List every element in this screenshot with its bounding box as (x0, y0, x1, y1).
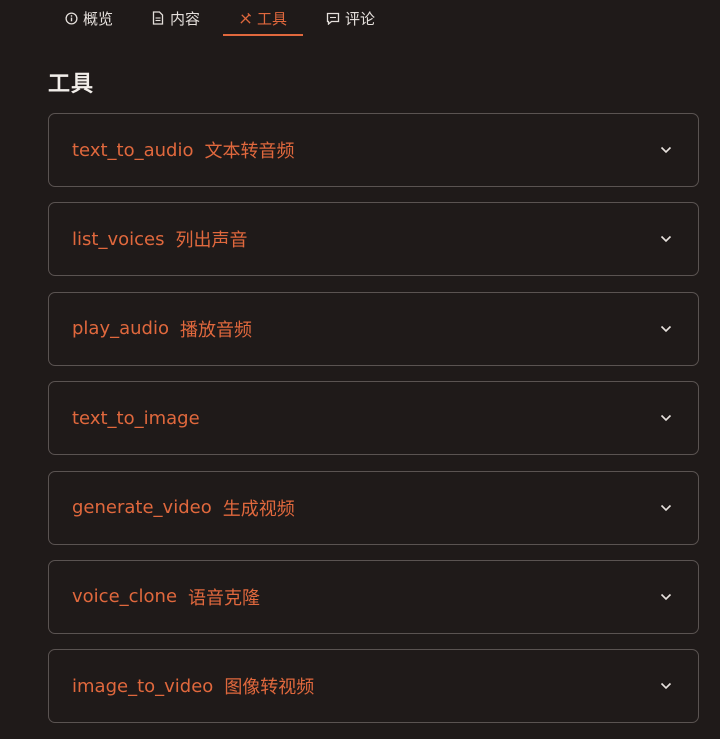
tab-label: 评论 (345, 9, 376, 28)
chevron-down-icon[interactable] (660, 502, 672, 514)
document-icon (151, 11, 165, 25)
tool-description: 列出声音 (175, 230, 248, 252)
tool-item-list-voices[interactable]: list_voices 列出声音 (48, 202, 699, 277)
tool-item-voice-clone[interactable]: voice_clone 语音克隆 (48, 559, 699, 634)
chevron-down-icon[interactable] (660, 323, 672, 335)
tool-description: 语音克隆 (188, 587, 261, 609)
tool-name: generate_video (72, 497, 212, 519)
tool-name: voice_clone (72, 586, 178, 608)
tool-item-generate-video[interactable]: generate_video 生成视频 (48, 470, 699, 545)
tool-name: image_to_video (72, 675, 214, 697)
comment-icon (326, 11, 340, 25)
chevron-down-icon[interactable] (660, 233, 672, 245)
tool-item-play-audio[interactable]: play_audio 播放音频 (48, 291, 699, 366)
tool-description: 播放音频 (180, 319, 252, 341)
chevron-down-icon[interactable] (660, 591, 672, 603)
tool-name: list_voices (72, 228, 165, 250)
tab-tools[interactable]: 工具 (238, 0, 287, 36)
tool-description: 图像转视频 (224, 677, 315, 699)
info-circle-icon (64, 11, 78, 25)
tool-name: text_to_audio (72, 139, 194, 161)
tools-icon (238, 11, 252, 25)
active-tab-indicator (223, 34, 303, 36)
tab-label: 工具 (257, 9, 288, 28)
chevron-down-icon[interactable] (660, 680, 672, 692)
tool-name: text_to_image (72, 407, 200, 429)
chevron-down-icon[interactable] (660, 144, 672, 156)
tool-list: text_to_audio 文本转音频 list_voices 列出声音 pla… (48, 113, 699, 739)
tab-label: 概览 (83, 9, 114, 28)
tool-item-text-to-image[interactable]: text_to_image (48, 381, 699, 456)
tab-comments[interactable]: 评论 (326, 0, 375, 36)
tab-overview[interactable]: 概览 (64, 0, 113, 36)
tool-name: play_audio (72, 318, 169, 340)
tab-label: 内容 (170, 9, 201, 28)
tab-bar: 概览 内容 工具 评论 (0, 0, 720, 38)
tool-item-text-to-audio[interactable]: text_to_audio 文本转音频 (48, 113, 699, 187)
chevron-down-icon[interactable] (660, 412, 672, 424)
tool-item-image-to-video[interactable]: image_to_video 图像转视频 (48, 649, 699, 724)
tab-content[interactable]: 内容 (151, 0, 200, 36)
tool-description: 文本转音频 (204, 141, 295, 162)
tool-description: 生成视频 (222, 498, 295, 520)
section-title: 工具 (48, 72, 95, 97)
